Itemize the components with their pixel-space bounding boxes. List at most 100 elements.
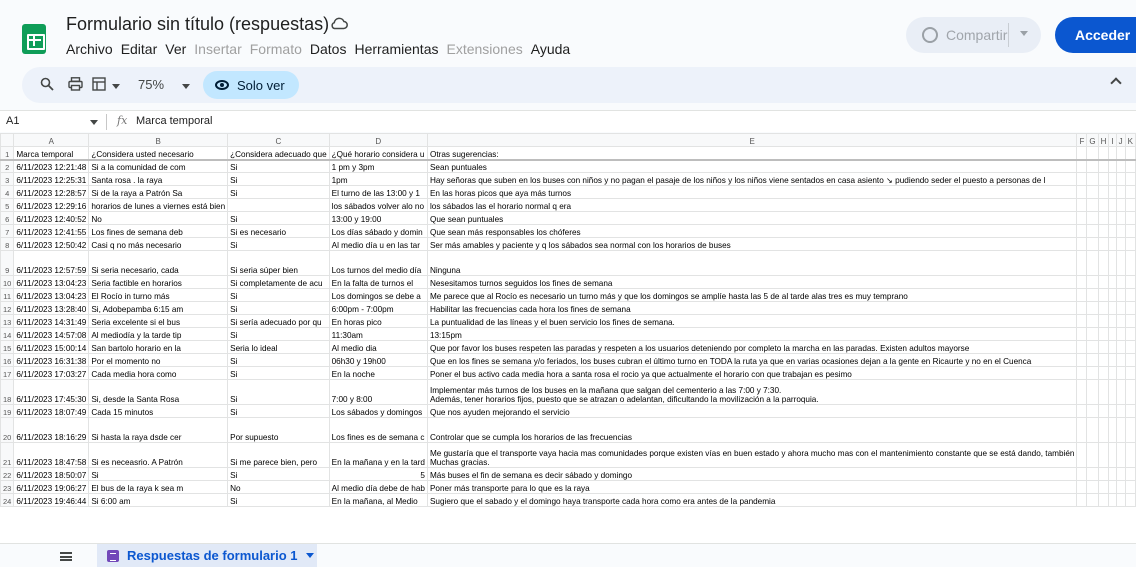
cell[interactable]: Si [227, 467, 330, 481]
cell[interactable]: 6/11/2023 19:06:27 [13, 480, 90, 494]
cell[interactable]: En horas pico [328, 314, 428, 328]
cell[interactable] [1115, 211, 1126, 225]
cell[interactable]: 11:30am [328, 327, 428, 341]
cell[interactable] [1115, 146, 1126, 161]
cell[interactable] [1115, 314, 1126, 328]
cell[interactable] [1097, 340, 1110, 354]
cell[interactable] [1076, 237, 1088, 251]
cell[interactable]: Que en los fines se semana y/o feriados,… [426, 353, 1078, 367]
cell[interactable] [1124, 185, 1136, 199]
cell[interactable] [1097, 250, 1110, 276]
cell[interactable] [1097, 442, 1110, 468]
cell[interactable]: Nesesitamos turnos seguidos los fines de… [426, 275, 1078, 289]
chevron-down-icon[interactable] [305, 553, 314, 558]
cell[interactable]: Si es necesario [227, 224, 330, 238]
name-box[interactable]: A1 [6, 115, 19, 127]
cell[interactable] [1108, 467, 1117, 481]
column-header[interactable]: J [1115, 133, 1126, 147]
cell[interactable] [1124, 327, 1136, 341]
cell[interactable]: Si [227, 493, 330, 507]
cell[interactable] [1086, 366, 1099, 380]
cell[interactable] [1124, 250, 1136, 276]
cell[interactable] [1124, 211, 1136, 225]
cell[interactable] [1086, 301, 1099, 315]
cell[interactable]: Si [227, 404, 330, 418]
column-header[interactable]: E [426, 133, 1078, 147]
cell[interactable]: La puntualidad de las líneas y el buen s… [426, 314, 1078, 328]
cell[interactable] [1097, 327, 1110, 341]
cell[interactable]: Los días sábado y domin [328, 224, 428, 238]
all-sheets-menu-icon[interactable] [60, 552, 72, 561]
cell[interactable] [1115, 493, 1126, 507]
cell[interactable]: Cada 15 minutos [88, 404, 229, 418]
cell[interactable] [1097, 353, 1110, 367]
cell[interactable] [1124, 237, 1136, 251]
cell[interactable] [1086, 379, 1099, 405]
cell[interactable] [1076, 340, 1088, 354]
row-header[interactable]: 2 [0, 159, 15, 173]
cell[interactable] [1115, 237, 1126, 251]
row-header[interactable]: 15 [0, 340, 15, 354]
cell[interactable]: los sábados volver alo no [328, 198, 428, 212]
cell[interactable] [1076, 198, 1088, 212]
row-header[interactable]: 10 [0, 275, 15, 289]
cell[interactable]: 6/11/2023 12:50:42 [13, 237, 90, 251]
cell[interactable] [1124, 442, 1136, 468]
cell[interactable] [1097, 159, 1110, 173]
cell[interactable] [1108, 159, 1117, 173]
cell[interactable]: 6/11/2023 16:31:38 [13, 353, 90, 367]
cell[interactable]: 6/11/2023 18:50:07 [13, 467, 90, 481]
row-header[interactable]: 13 [0, 314, 15, 328]
cell[interactable]: 6/11/2023 15:00:14 [13, 340, 90, 354]
cell[interactable] [1108, 288, 1117, 302]
row-header[interactable]: 3 [0, 172, 15, 186]
cell[interactable] [1115, 288, 1126, 302]
cell[interactable] [1076, 159, 1088, 173]
cell[interactable] [1108, 417, 1117, 443]
cell[interactable]: ¿Considera adecuado que [227, 146, 330, 161]
cell[interactable]: Al medio dia [328, 340, 428, 354]
cell[interactable] [1086, 288, 1099, 302]
row-header[interactable]: 11 [0, 288, 15, 302]
cell[interactable] [1115, 404, 1126, 418]
cell[interactable] [1108, 224, 1117, 238]
cell[interactable] [1097, 480, 1110, 494]
cell[interactable] [1108, 198, 1117, 212]
cell[interactable] [1076, 327, 1088, 341]
cell[interactable] [1108, 301, 1117, 315]
row-header[interactable]: 21 [0, 442, 15, 468]
cell[interactable]: Cada media hora como [88, 366, 229, 380]
row-header[interactable]: 22 [0, 467, 15, 481]
cell[interactable]: Me gustaría que el transporte vaya hacia… [426, 442, 1078, 468]
cell[interactable]: Los fines de semana deb [88, 224, 229, 238]
cell[interactable] [1076, 185, 1088, 199]
cell[interactable]: ¿Qué horario considera u [328, 146, 428, 161]
cell[interactable] [1115, 442, 1126, 468]
cell[interactable]: Por el momento no [88, 353, 229, 367]
cell[interactable]: 6/11/2023 18:47:58 [13, 442, 90, 468]
cell[interactable]: En las horas picos que aya más turnos [426, 185, 1078, 199]
cell[interactable] [1086, 211, 1099, 225]
cell[interactable]: 6/11/2023 13:04:23 [13, 275, 90, 289]
cell[interactable] [1124, 159, 1136, 173]
row-header[interactable]: 5 [0, 198, 15, 212]
cell[interactable]: Si [227, 301, 330, 315]
chevron-up-icon[interactable] [1110, 77, 1122, 89]
cell[interactable] [1124, 146, 1136, 161]
cell[interactable]: Si [227, 327, 330, 341]
cell[interactable] [1115, 340, 1126, 354]
menu-ver[interactable]: Ver [165, 41, 186, 57]
cell[interactable] [1086, 185, 1099, 199]
row-header[interactable]: 14 [0, 327, 15, 341]
column-header[interactable]: G [1086, 133, 1099, 147]
cell[interactable] [1124, 275, 1136, 289]
cell[interactable] [1097, 198, 1110, 212]
menu-herramientas[interactable]: Herramientas [354, 41, 438, 57]
cell[interactable]: 6/11/2023 12:21:48 [13, 159, 90, 173]
document-title[interactable]: Formulario sin título (respuestas) [66, 14, 329, 35]
cell[interactable] [1076, 275, 1088, 289]
cell[interactable]: 13:00 y 19:00 [328, 211, 428, 225]
cell[interactable] [1086, 237, 1099, 251]
row-header[interactable]: 18 [0, 379, 15, 405]
cell[interactable]: 1 pm y 3pm [328, 159, 428, 173]
